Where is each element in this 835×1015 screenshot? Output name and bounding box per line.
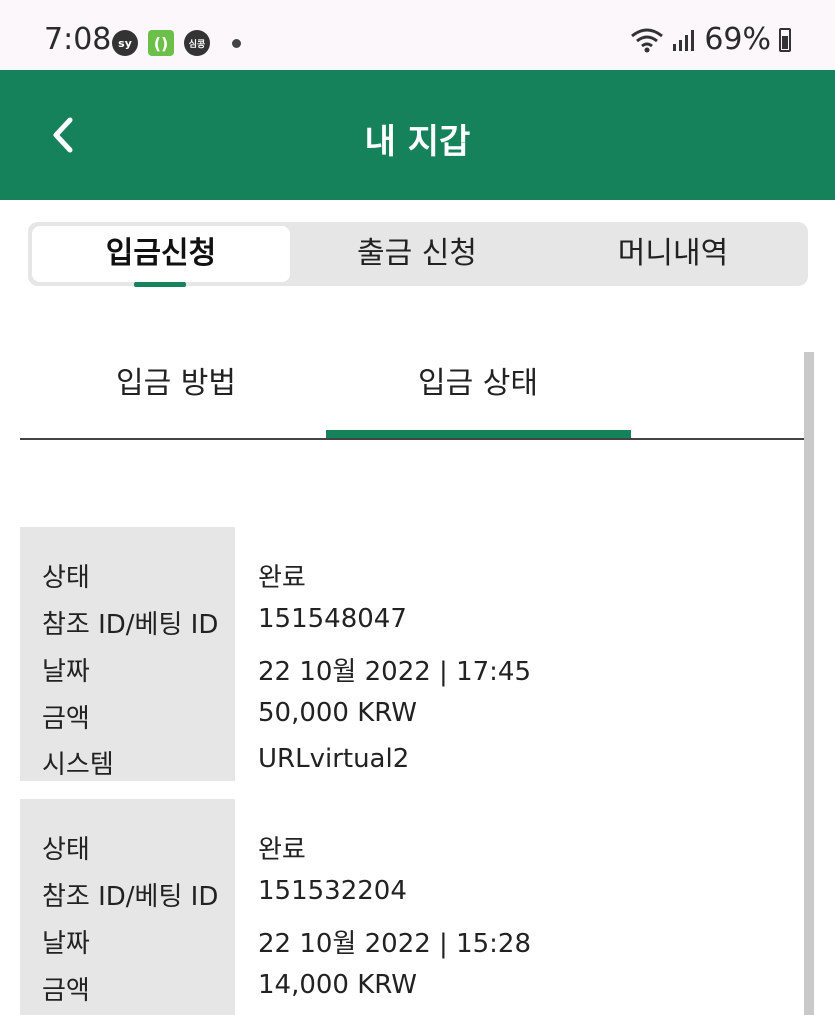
- tab-deposit-status[interactable]: 입금 상태: [418, 358, 538, 402]
- row-label: 금액: [42, 704, 90, 734]
- signal-icon: [673, 29, 695, 51]
- row-label: 시스템: [42, 750, 114, 780]
- row-label: 금액: [42, 976, 90, 1006]
- tab-deposit-request-label: 입금신청: [105, 236, 217, 271]
- talk-app-icon: 심콩: [184, 30, 210, 56]
- wifi-icon: [631, 28, 664, 52]
- record-row-date: 날짜 22 10월 2022 | 15:28: [20, 915, 800, 961]
- record-row-system: 시스템 URLvirtual2: [20, 736, 800, 782]
- tab-money-history[interactable]: 머니내역: [544, 226, 802, 282]
- status-bar: 7:08 sy () 심콩 69%: [0, 0, 835, 70]
- record-row-date: 날짜 22 10월 2022 | 17:45: [20, 643, 800, 689]
- deposit-record: 상태 완료 참조 ID/베팅 ID 151532204 날짜 22 10월 20…: [20, 799, 800, 1015]
- row-label: 날짜: [42, 929, 90, 959]
- row-value: 완료: [258, 563, 306, 593]
- row-label: 상태: [42, 563, 90, 593]
- record-row-reference-id: 참조 ID/베팅 ID 151548047: [20, 596, 800, 642]
- row-label: 참조 ID/베팅 ID: [42, 882, 219, 912]
- tab-withdraw-request[interactable]: 출금 신청: [288, 226, 546, 282]
- status-right-group: 69%: [630, 22, 791, 57]
- row-label: 날짜: [42, 657, 90, 687]
- row-label: 상태: [42, 835, 90, 865]
- battery-percent: 69%: [704, 22, 771, 57]
- inner-active-tab-indicator: [326, 430, 631, 438]
- record-row-status: 상태 완료: [20, 821, 800, 867]
- record-row-amount: 금액 14,000 KRW: [20, 962, 800, 1008]
- wallet-tab-bar: 입금신청 출금 신청 머니내역: [28, 222, 808, 287]
- record-row-amount: 금액 50,000 KRW: [20, 690, 800, 736]
- row-value: 50,000 KRW: [258, 698, 418, 728]
- sy-app-icon: sy: [112, 30, 138, 56]
- row-value: 151548047: [258, 604, 407, 634]
- green-app-icon: (): [148, 30, 174, 56]
- row-value: URLvirtual2: [258, 744, 410, 774]
- record-row-status: 상태 완료: [20, 549, 800, 595]
- scrollbar[interactable]: [804, 352, 814, 1015]
- app-header: 내 지갑: [0, 70, 835, 200]
- row-label: 참조 ID/베팅 ID: [42, 610, 219, 640]
- record-row-reference-id: 참조 ID/베팅 ID 151532204: [20, 868, 800, 914]
- tab-deposit-method[interactable]: 입금 방법: [116, 358, 236, 402]
- tab-deposit-request[interactable]: 입금신청: [32, 226, 290, 287]
- deposit-record: 상태 완료 참조 ID/베팅 ID 151548047 날짜 22 10월 20…: [20, 527, 800, 781]
- tab-money-history-label: 머니내역: [617, 236, 729, 271]
- row-value: 151532204: [258, 876, 407, 906]
- battery-icon: [779, 27, 791, 52]
- inner-tab-divider: [20, 438, 814, 440]
- tab-withdraw-request-label: 출금 신청: [357, 236, 477, 271]
- more-notifications-dot-icon: [232, 39, 241, 48]
- row-value: 14,000 KRW: [258, 970, 418, 1000]
- row-value: 22 10월 2022 | 15:28: [258, 929, 532, 959]
- row-value: 완료: [258, 835, 306, 865]
- row-value: 22 10월 2022 | 17:45: [258, 657, 532, 687]
- page-title: 내 지갑: [364, 122, 471, 162]
- active-tab-indicator: [134, 282, 186, 287]
- status-time: 7:08: [44, 22, 112, 57]
